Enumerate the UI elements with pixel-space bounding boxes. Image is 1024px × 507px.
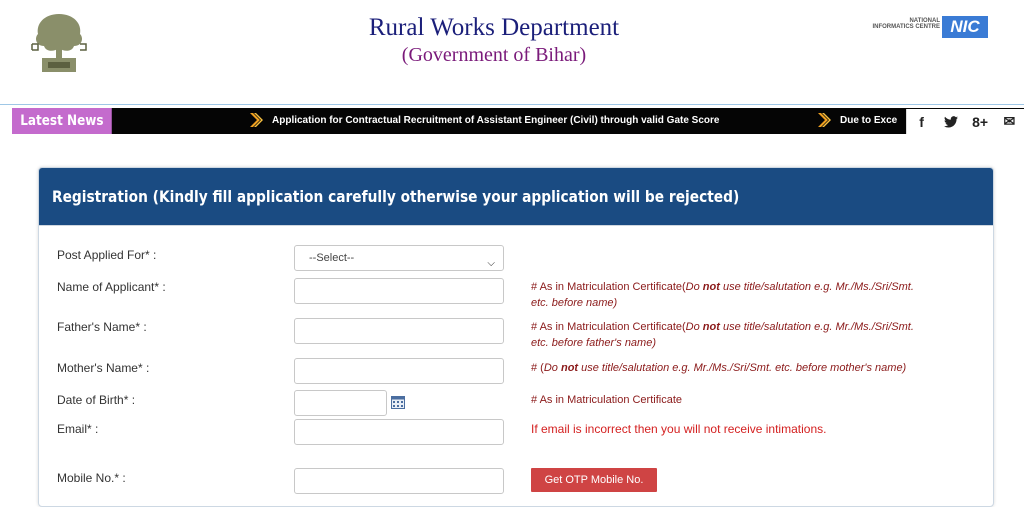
double-chevron-icon [818, 113, 831, 128]
post-label: Post Applied For* : [57, 248, 157, 262]
email-note: If email is incorrect then you will not … [531, 422, 827, 436]
email-input[interactable] [294, 419, 504, 445]
page-title: Rural Works Department [368, 14, 620, 41]
header-divider [0, 104, 1024, 105]
post-select-value: --Select-- [309, 252, 355, 264]
site-header: Rural Works Department (Government of Bi… [0, 0, 1024, 104]
mother-name-input[interactable] [294, 358, 504, 384]
father-name-label: Father's Name* : [57, 320, 147, 334]
email-icon[interactable]: ✉ [995, 109, 1024, 134]
father-name-input[interactable] [294, 318, 504, 344]
twitter-icon[interactable] [936, 109, 965, 134]
latest-news-label: Latest News [12, 108, 112, 134]
social-links: f 8+ ✉ [906, 109, 1024, 134]
get-otp-button[interactable]: Get OTP Mobile No. [531, 468, 657, 492]
news-item[interactable]: Due to Exce [816, 108, 897, 134]
mother-name-label: Mother's Name* : [57, 361, 150, 375]
news-item-text: Application for Contractual Recruitment … [272, 115, 720, 126]
calendar-icon[interactable] [391, 395, 405, 409]
news-item[interactable]: Application for Contractual Recruitment … [248, 108, 719, 134]
dob-input[interactable] [294, 390, 387, 416]
panel-heading: Registration (Kindly fill application ca… [39, 168, 993, 226]
name-input[interactable] [294, 278, 504, 304]
name-label: Name of Applicant* : [57, 280, 166, 294]
nic-small-text: NATIONAL INFORMATICS CENTRE [872, 18, 940, 30]
dob-note: # As in Matriculation Certificate [531, 394, 683, 406]
news-ticker: Latest News Application for Contractual … [12, 108, 1024, 134]
double-chevron-icon [250, 113, 263, 128]
nic-logo: NATIONAL INFORMATICS CENTRE NIC [872, 16, 988, 38]
name-note: # As in Matriculation Certificate(Do not… [531, 281, 914, 309]
facebook-icon[interactable]: f [907, 109, 936, 134]
mobile-input[interactable] [294, 468, 504, 494]
registration-panel: Registration (Kindly fill application ca… [38, 167, 994, 507]
nic-badge: NIC [942, 16, 988, 38]
mother-name-note: # (Do not use title/salutation e.g. Mr./… [531, 362, 907, 374]
google-plus-icon[interactable]: 8+ [966, 109, 995, 134]
page-subtitle: (Government of Bihar) [401, 44, 587, 66]
dob-label: Date of Birth* : [57, 393, 136, 407]
mobile-label: Mobile No.* : [57, 471, 126, 485]
father-name-note: # As in Matriculation Certificate(Do not… [531, 321, 914, 349]
header-titles: Rural Works Department (Government of Bi… [0, 14, 1024, 67]
chevron-down-icon: ⌵ [487, 258, 495, 269]
news-item-text: Due to Exce [840, 115, 898, 126]
post-select[interactable]: --Select-- ⌵ [294, 245, 504, 271]
email-label: Email* : [57, 422, 99, 436]
